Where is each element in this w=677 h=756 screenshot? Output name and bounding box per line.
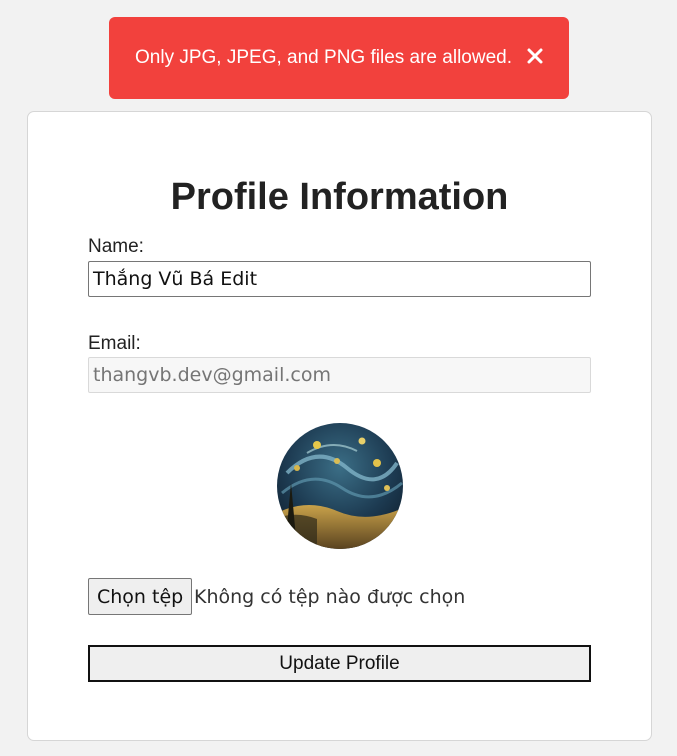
avatar: [277, 423, 403, 549]
email-label: Email:: [88, 333, 141, 354]
email-input[interactable]: thangvb.dev@gmail.com: [88, 357, 591, 393]
toast-message: Only JPG, JPEG, and PNG files are allowe…: [135, 47, 512, 68]
close-icon[interactable]: [524, 45, 546, 67]
error-toast: Only JPG, JPEG, and PNG files are allowe…: [109, 17, 569, 99]
file-status-text: Không có tệp nào được chọn: [194, 586, 466, 608]
profile-card: Profile Information Name: Thắng Vũ Bá Ed…: [27, 111, 652, 741]
avatar-image: [277, 423, 403, 549]
name-label: Name:: [88, 236, 144, 257]
page-title: Profile Information: [170, 176, 509, 218]
choose-file-button[interactable]: Chọn tệp: [88, 578, 193, 615]
name-input[interactable]: Thắng Vũ Bá Edit: [88, 261, 591, 297]
update-profile-button[interactable]: Update Profile: [88, 645, 591, 682]
